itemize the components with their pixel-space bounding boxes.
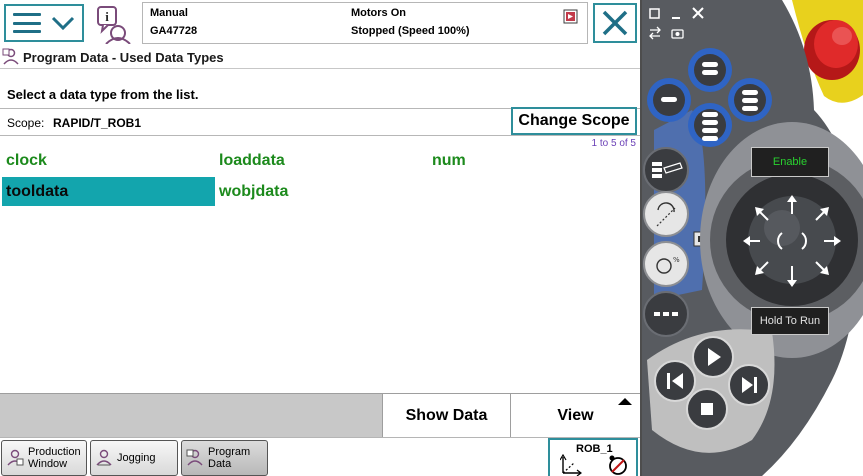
toggle-motion-mode-key[interactable] <box>643 191 689 237</box>
jogging-icon <box>96 449 112 466</box>
event-log-icon[interactable]: i <box>94 4 136 44</box>
increment-off-icon <box>609 455 627 475</box>
stop-button[interactable] <box>686 388 728 430</box>
toggle-increment-key[interactable]: % <box>643 241 689 287</box>
task-label-line1: Jogging <box>117 452 156 464</box>
command-bar: Show Data View <box>0 393 640 437</box>
chevron-down-icon <box>51 16 75 31</box>
task-production-window[interactable]: Production Window <box>1 440 87 476</box>
program-data-icon <box>186 449 203 466</box>
step-backward-button[interactable] <box>654 360 696 402</box>
task-label-line1: Production <box>28 446 81 458</box>
program-state: Stopped (Speed 100%) <box>351 25 470 37</box>
close-icon <box>602 10 628 36</box>
top-bar: i Manual GA47728 Motors On Stopped (Spee… <box>0 0 640 46</box>
list-item-clock[interactable]: clock <box>2 146 215 175</box>
task-program-data[interactable]: Program Data <box>181 440 268 476</box>
caret-up-icon <box>618 398 632 405</box>
task-label-line2: Window <box>28 458 68 470</box>
list-item-num[interactable]: num <box>428 146 640 175</box>
operating-mode: Manual <box>150 7 188 19</box>
controller-name: GA47728 <box>150 25 198 37</box>
select-mechanical-unit-key[interactable] <box>643 147 689 193</box>
view-menu-button[interactable]: View <box>511 394 640 437</box>
window-title: Program Data - Used Data Types <box>23 49 224 65</box>
view-label: View <box>557 406 594 424</box>
instruction-text: Select a data type from the list. <box>7 87 199 102</box>
scope-label: Scope: <box>7 116 45 130</box>
menu-icon <box>13 13 41 33</box>
status-bar[interactable]: Manual GA47728 Motors On Stopped (Speed … <box>142 2 588 44</box>
window-title-bar: Program Data - Used Data Types <box>0 46 640 69</box>
quickset-icon[interactable] <box>563 9 578 24</box>
list-item-wobjdata[interactable]: wobjdata <box>215 177 428 206</box>
svg-text:%: % <box>673 256 680 264</box>
mechanical-unit-indicator[interactable]: ROB_1 <box>548 438 638 476</box>
flexpendant-screen: i Manual GA47728 Motors On Stopped (Spee… <box>0 0 640 476</box>
enable-device-button[interactable]: Enable <box>751 147 829 177</box>
production-window-icon <box>7 449 24 466</box>
program-data-icon <box>2 48 19 65</box>
start-button[interactable] <box>692 336 734 378</box>
svg-text:i: i <box>105 9 109 24</box>
list-item-tooldata[interactable]: tooldata <box>2 177 215 206</box>
show-data-button[interactable]: Show Data <box>382 394 511 437</box>
step-forward-button[interactable] <box>728 364 770 406</box>
close-button[interactable] <box>593 3 637 43</box>
toggle-reorient-key[interactable] <box>643 291 689 337</box>
task-label-line1: Program <box>208 446 251 458</box>
task-jogging[interactable]: Jogging <box>90 440 178 476</box>
abb-menu-button[interactable] <box>4 4 84 42</box>
scope-row: Scope: RAPID/T_ROB1 Change Scope <box>0 107 640 136</box>
taskbar: Production Window Jogging Program Data <box>0 437 640 476</box>
motors-state: Motors On <box>351 7 406 19</box>
change-scope-button[interactable]: Change Scope <box>511 107 637 135</box>
pendant-body: % <box>642 0 863 476</box>
scope-value: RAPID/T_ROB1 <box>53 116 142 130</box>
emergency-stop-button[interactable] <box>804 20 860 80</box>
coordinate-system-icon <box>560 454 582 476</box>
list-item-loaddata[interactable]: loaddata <box>215 146 428 175</box>
hold-to-run-button[interactable]: Hold To Run <box>751 307 829 335</box>
task-label-line2: Data <box>208 458 232 470</box>
virtual-flexpendant-housing: % Enable Hold To Run <box>642 0 863 476</box>
